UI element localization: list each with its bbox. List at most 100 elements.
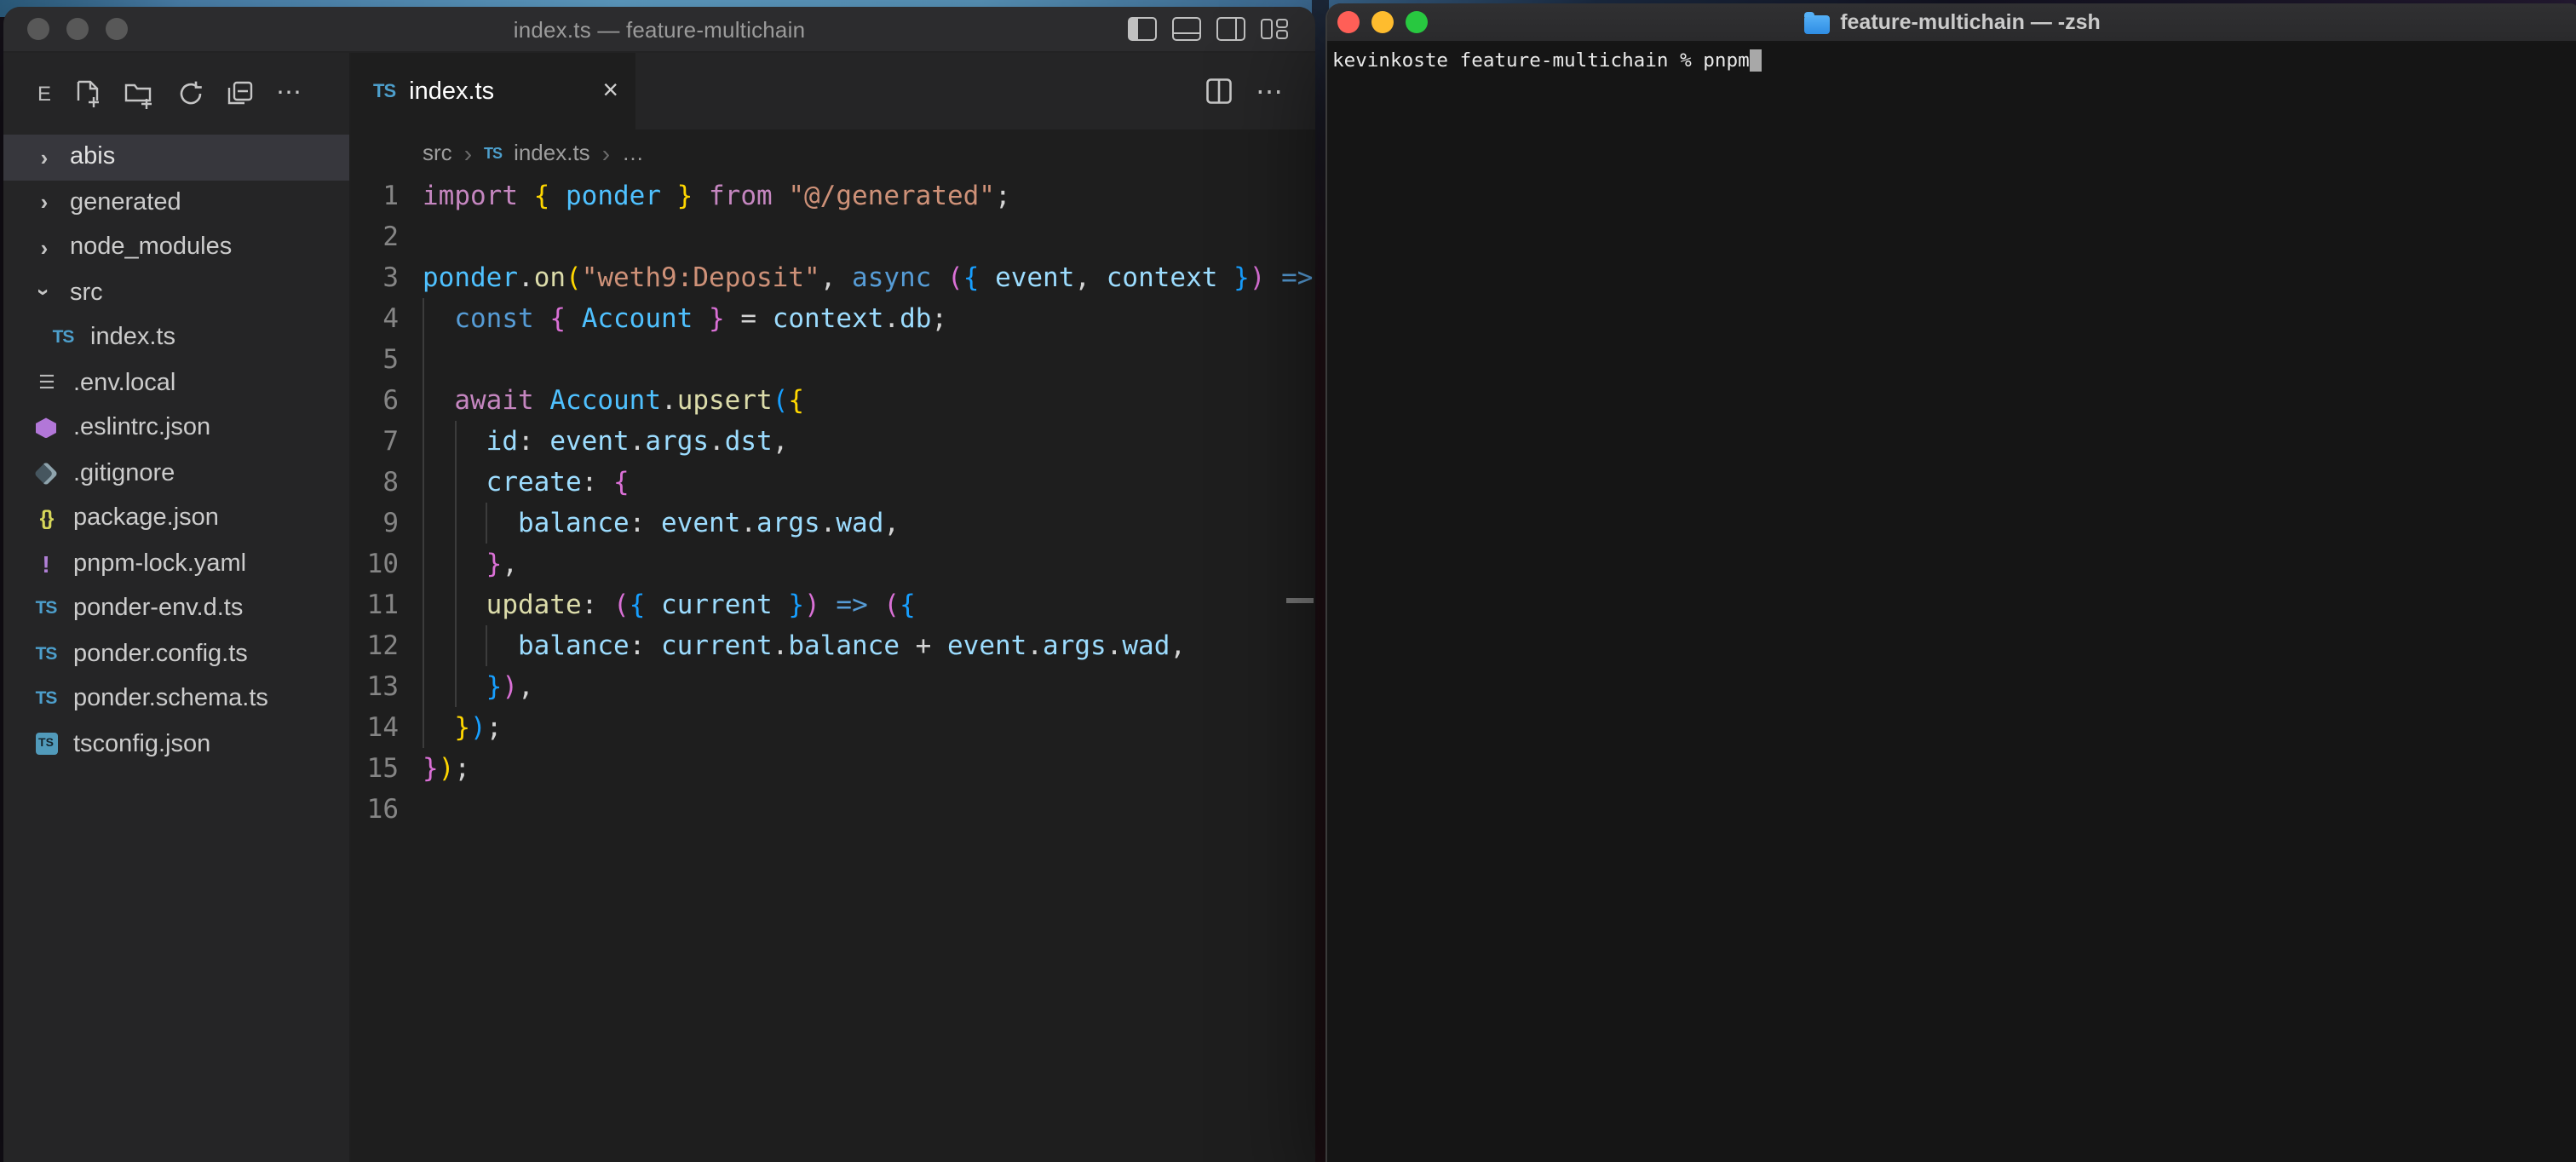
tree-item-label: generated xyxy=(70,189,181,216)
terminal-titlebar[interactable]: feature-multichain — -zsh xyxy=(1327,3,2576,43)
code-text: balance: current.balance + event.args.wa… xyxy=(423,625,1186,666)
code-line-15: 15}); xyxy=(351,748,1315,789)
customize-layout-icon[interactable] xyxy=(1261,17,1288,41)
vscode-layout-controls xyxy=(1128,17,1288,41)
line-number: 9 xyxy=(351,503,399,544)
line-number: 4 xyxy=(351,298,399,339)
ts-icon: TS xyxy=(49,325,77,352)
indent-guide xyxy=(423,298,424,748)
tree-item-index-ts[interactable]: TSindex.ts xyxy=(3,315,349,360)
line-number: 1 xyxy=(351,175,399,216)
tree-item-label: .env.local xyxy=(73,370,175,397)
vscode-window: index.ts — feature-multichain E xyxy=(3,7,1315,1162)
yaml-bang-icon: ! xyxy=(32,550,60,578)
breadcrumb-symbol[interactable]: … xyxy=(622,140,644,165)
new-file-icon[interactable] xyxy=(75,79,102,108)
eslint-icon xyxy=(32,415,60,442)
code-line-14: 14 }); xyxy=(351,707,1315,748)
tab-label: index.ts xyxy=(409,78,592,105)
code-line-12: 12 balance: current.balance + event.args… xyxy=(351,625,1315,666)
code-text: ponder.on("weth9:Deposit", async ({ even… xyxy=(423,257,1315,298)
vscode-titlebar[interactable]: index.ts — feature-multichain xyxy=(3,7,1315,53)
editor-more-actions-icon[interactable]: ⋯ xyxy=(1256,74,1285,108)
ts-icon: TS xyxy=(32,686,60,713)
line-number: 5 xyxy=(351,339,399,380)
terminal-content[interactable]: kevinkoste feature-multichain % pnpm xyxy=(1327,43,2576,80)
chevron-right-icon: › xyxy=(32,235,56,261)
split-editor-icon[interactable] xyxy=(1206,78,1232,104)
explorer-header-label: E xyxy=(37,82,51,106)
tree-item-ponder-env-d-ts[interactable]: TSponder-env.d.ts xyxy=(3,586,349,631)
tree-item-label: node_modules xyxy=(70,234,232,262)
tree-item-label: abis xyxy=(70,144,115,171)
collapse-folders-icon[interactable] xyxy=(227,80,254,107)
tree-item-ponder-schema-ts[interactable]: TSponder.schema.ts xyxy=(3,676,349,722)
code-text: id: event.args.dst, xyxy=(423,421,788,462)
file-tree: ›abis › generated › node_modules ›srcTSindex.… xyxy=(3,135,349,1162)
close-button[interactable] xyxy=(1337,11,1360,33)
vscode-window-controls xyxy=(27,18,128,40)
refresh-icon[interactable] xyxy=(177,80,204,107)
tree-item-label: src xyxy=(70,279,103,307)
line-number: 2 xyxy=(351,216,399,257)
line-number: 3 xyxy=(351,257,399,298)
code-editor[interactable]: 1 import { ponder } from "@/generated"; 23… xyxy=(351,175,1315,1162)
tree-item-label: package.json xyxy=(73,505,219,532)
toggle-secondary-sidebar-icon[interactable] xyxy=(1216,17,1245,41)
code-text: }, xyxy=(423,544,518,584)
code-line-4: 4 const { Account } = context.db; xyxy=(351,298,1315,339)
tree-item-label: .eslintrc.json xyxy=(73,415,210,442)
ts-icon: TS xyxy=(32,595,60,623)
tree-item-label: .gitignore xyxy=(73,460,175,487)
tree-item-ponder-config-ts[interactable]: TSponder.config.ts xyxy=(3,631,349,676)
code-line-16: 16 xyxy=(351,789,1315,830)
toggle-primary-sidebar-icon[interactable] xyxy=(1128,17,1157,41)
breadcrumb-file[interactable]: index.ts xyxy=(514,140,590,165)
close-button[interactable] xyxy=(27,18,49,40)
toggle-panel-icon[interactable] xyxy=(1172,17,1201,41)
code-text: }); xyxy=(423,707,502,748)
tab-index-ts[interactable]: TS index.ts × xyxy=(351,53,637,129)
explorer-more-actions-icon[interactable]: ⋯ xyxy=(276,85,302,102)
tree-item-abis[interactable]: ›abis xyxy=(3,135,349,180)
tree-item-src[interactable]: ›src xyxy=(3,270,349,315)
typescript-file-icon: TS xyxy=(484,144,502,161)
close-tab-icon[interactable]: × xyxy=(602,76,618,106)
terminal-title-text: feature-multichain — -zsh xyxy=(1840,10,2101,34)
shell-prompt-line: kevinkoste feature-multichain % pnpm xyxy=(1332,49,1750,72)
line-number: 7 xyxy=(351,421,399,462)
breadcrumb-folder[interactable]: src xyxy=(423,140,452,165)
tree-item--eslintrc-json[interactable]: .eslintrc.json xyxy=(3,406,349,451)
tab-bar: TS index.ts × ⋯ xyxy=(351,53,1315,129)
terminal-cursor xyxy=(1750,49,1762,72)
code-line-3: 3 ponder.on("weth9:Deposit", async ({ eve… xyxy=(351,257,1315,298)
terminal-window-title: feature-multichain — -zsh xyxy=(1804,10,2101,34)
zoom-button[interactable] xyxy=(106,18,128,40)
code-text: import { ponder } from "@/generated"; xyxy=(423,175,1011,216)
tree-item-generated[interactable]: › generated xyxy=(3,180,349,225)
tree-item--env-local[interactable]: ☰.env.local xyxy=(3,360,349,406)
minimize-button[interactable] xyxy=(66,18,89,40)
breadcrumb-separator: › xyxy=(464,139,472,166)
editor-actions: ⋯ xyxy=(1206,53,1285,129)
tree-item-node-modules[interactable]: › node_modules xyxy=(3,225,349,270)
overview-ruler-marker xyxy=(1286,598,1314,603)
zoom-button[interactable] xyxy=(1406,11,1428,33)
chevron-right-icon: › xyxy=(32,190,56,216)
code-text: }), xyxy=(423,666,534,707)
terminal-window-controls xyxy=(1337,11,1428,33)
tree-item-label: pnpm-lock.yaml xyxy=(73,550,246,578)
tree-item--gitignore[interactable]: .gitignore xyxy=(3,451,349,496)
tree-item-package-json[interactable]: {}package.json xyxy=(3,496,349,541)
code-line-11: 11 update: ({ current }) => ({ xyxy=(351,584,1315,625)
breadcrumb: src › TS index.ts › … xyxy=(351,129,1315,175)
new-folder-icon[interactable] xyxy=(124,79,155,108)
code-text: balance: event.args.wad, xyxy=(423,503,900,544)
vscode-body: E ⋯ ›abis›generated›node_modules›srcTSin… xyxy=(3,53,1315,1162)
tree-item-tsconfig-json[interactable]: TStsconfig.json xyxy=(3,722,349,767)
code-line-8: 8 create: { xyxy=(351,462,1315,503)
tree-item-pnpm-lock-yaml[interactable]: ! pnpm-lock.yaml xyxy=(3,541,349,586)
line-number: 16 xyxy=(351,789,399,830)
explorer-header: E ⋯ xyxy=(3,53,349,135)
minimize-button[interactable] xyxy=(1371,11,1394,33)
